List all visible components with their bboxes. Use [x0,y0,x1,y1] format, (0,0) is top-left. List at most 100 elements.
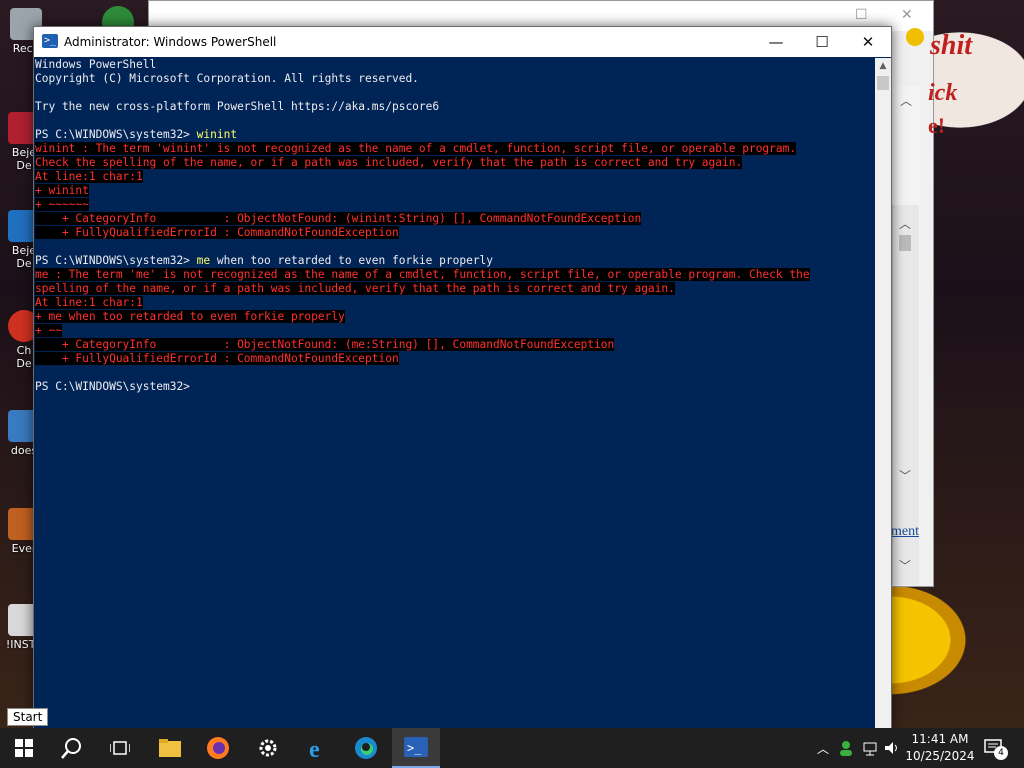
console-error-text: + winint [35,184,89,197]
console-line: Check the spelling of the name, or if a … [35,156,875,170]
folder-icon [159,739,181,757]
powershell-taskbar-button[interactable]: >_ [392,728,440,768]
window-titlebar[interactable]: >_ Administrator: Windows PowerShell — ☐… [34,27,891,57]
smiley-icon [906,28,924,46]
console-line: Windows PowerShell [35,58,875,72]
system-clock[interactable]: 11:41 AM 10/25/2024 [900,731,980,765]
chevron-up-icon: ︿ [816,741,829,756]
console-line: PS C:\WINDOWS\system32> me when too reta… [35,254,875,268]
network-icon [863,742,877,756]
console-error-text: Check the spelling of the name, or if a … [35,156,743,169]
console-line: Try the new cross-platform PowerShell ht… [35,100,875,114]
console-prompt: PS C:\WINDOWS\system32> [35,128,197,141]
console-error-text: winint : The term 'winint' is not recogn… [35,142,797,155]
console-text: Windows PowerShell [35,58,157,71]
clock-date: 10/25/2024 [905,749,975,763]
desktop-icon-label: De [16,257,32,270]
svg-text:>_: >_ [407,741,422,755]
scroll-up-icon[interactable]: ▲ [875,58,891,74]
console-line: me : The term 'me' is not recognized as … [35,268,875,282]
window-title: Administrator: Windows PowerShell [64,35,277,49]
notification-badge: 4 [994,746,1008,760]
wallpaper-sign-text: ick [928,80,958,106]
powershell-icon[interactable]: >_ [42,34,58,48]
desktop-icon-label: De [16,357,32,370]
console-prompt: PS C:\WINDOWS\system32> [35,380,190,393]
console-error-text: At line:1 char:1 [35,296,143,309]
settings-button[interactable] [244,728,292,768]
firefox-button[interactable] [194,728,242,768]
edge-icon [355,737,377,759]
console-line: + winint [35,184,875,198]
close-icon[interactable]: ✕ [901,7,913,23]
console-error-text: spelling of the name, or if a path was i… [35,282,675,295]
console-error-text: + FullyQualifiedErrorId : CommandNotFoun… [35,226,399,239]
console-line: Copyright (C) Microsoft Corporation. All… [35,72,875,86]
maximize-icon[interactable]: ☐ [855,7,868,23]
console-error-text: + ~~~~~~ [35,198,89,211]
chevron-up-icon[interactable]: ︿ [900,92,912,109]
console-text: Try the new cross-platform PowerShell ht… [35,100,440,113]
windows-logo-icon [15,739,33,757]
console-output[interactable]: Windows PowerShell Copyright (C) Microsof… [34,58,875,729]
console-line: + me when too retarded to even forkie pr… [35,310,875,324]
svg-text:e: e [309,737,320,760]
chevron-up-icon[interactable]: ︿ [899,215,911,232]
user-icon [840,741,852,756]
console-line: At line:1 char:1 [35,170,875,184]
show-hidden-icons-button[interactable]: ︿ [814,728,832,768]
console-command: me [196,254,211,267]
powershell-icon: >_ [404,737,428,757]
close-button[interactable]: ✕ [845,27,891,57]
wallpaper-sign-text: shit [930,30,973,61]
console-error-text: At line:1 char:1 [35,170,143,183]
maximize-button[interactable]: ☐ [799,27,845,57]
speaker-icon [885,742,897,754]
firefox-icon [207,737,229,759]
console-error-text: me : The term 'me' is not recognized as … [35,268,810,281]
background-link[interactable]: ment [891,524,919,540]
minimize-button[interactable]: — [753,27,799,57]
task-view-icon [110,741,130,755]
search-button[interactable] [48,728,96,768]
network-tray-button[interactable] [860,728,880,768]
console-text: Copyright (C) Microsoft Corporation. All… [35,72,419,85]
console-line: PS C:\WINDOWS\system32> [35,380,875,394]
console-command: winint [196,128,238,141]
console-scrollbar[interactable]: ▲ [875,58,891,729]
wallpaper-sign-text: e! [928,113,946,138]
console-line: spelling of the name, or if a path was i… [35,282,875,296]
start-button[interactable] [0,728,48,768]
chevron-down-icon[interactable]: ﹀ [899,557,911,574]
console-line: + ~~ [35,324,875,338]
notifications-button[interactable]: 4 [980,728,1008,768]
desktop-icon-label: Ch [16,344,32,357]
console-error-text: + CategoryInfo : ObjectNotFound: (winint… [35,212,642,225]
internet-explorer-button[interactable]: e [294,728,342,768]
scrollbar-thumb[interactable] [877,76,889,90]
clock-time: 11:41 AM [911,732,969,746]
powershell-window[interactable]: >_ Administrator: Windows PowerShell — ☐… [33,26,892,730]
chevron-down-icon[interactable]: ﹀ [899,467,911,484]
console-error-text: + FullyQualifiedErrorId : CommandNotFoun… [35,352,399,365]
scrollbar-thumb[interactable] [899,235,911,251]
file-explorer-button[interactable] [146,728,194,768]
taskbar: e >_ ︿ 11:41 AM 10/25/2024 4 [0,728,1024,768]
console-prompt: PS C:\WINDOWS\system32> [35,254,197,267]
console-line: At line:1 char:1 [35,296,875,310]
console-line: + ~~~~~~ [35,198,875,212]
volume-tray-button[interactable] [882,728,902,768]
start-tooltip: Start [7,708,49,726]
internet-explorer-icon: e [309,737,320,760]
edge-button[interactable] [342,728,390,768]
search-icon [61,738,81,759]
console-line: winint : The term 'winint' is not recogn… [35,142,875,156]
user-tray-button[interactable] [836,728,856,768]
console-line: + FullyQualifiedErrorId : CommandNotFoun… [35,226,875,240]
task-view-button[interactable] [96,728,144,768]
console-error-text: + me when too retarded to even forkie pr… [35,310,345,323]
